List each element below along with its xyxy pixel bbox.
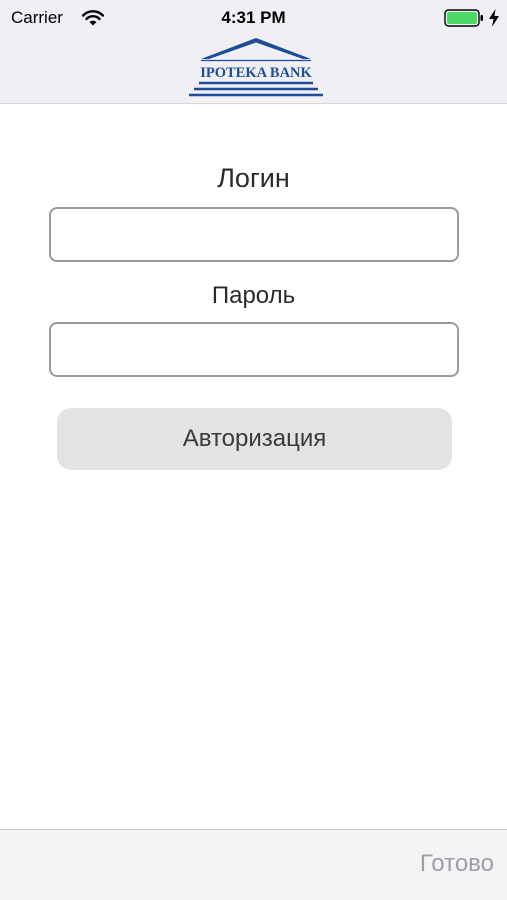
charging-bolt-icon bbox=[489, 9, 499, 27]
password-label: Пароль bbox=[211, 282, 296, 309]
navigation-bar: Carrier 4:31 PM IPOTEKA BANK bbox=[0, 0, 507, 104]
password-input[interactable] bbox=[49, 322, 459, 377]
status-bar: Carrier 4:31 PM bbox=[0, 0, 507, 36]
keyboard-toolbar: Готово bbox=[0, 829, 507, 900]
login-screen: Carrier 4:31 PM IPOTEKA BANK Логин Парол… bbox=[0, 0, 507, 900]
done-button[interactable]: Готово bbox=[420, 850, 494, 878]
authorization-button[interactable]: Авторизация bbox=[57, 408, 452, 470]
battery-icon bbox=[444, 9, 483, 27]
login-input[interactable] bbox=[49, 207, 459, 262]
ipoteka-bank-logo: IPOTEKA BANK bbox=[189, 38, 323, 97]
login-label: Логин bbox=[217, 163, 290, 193]
logo-text: IPOTEKA BANK bbox=[200, 65, 312, 81]
status-time: 4:31 PM bbox=[221, 8, 286, 27]
